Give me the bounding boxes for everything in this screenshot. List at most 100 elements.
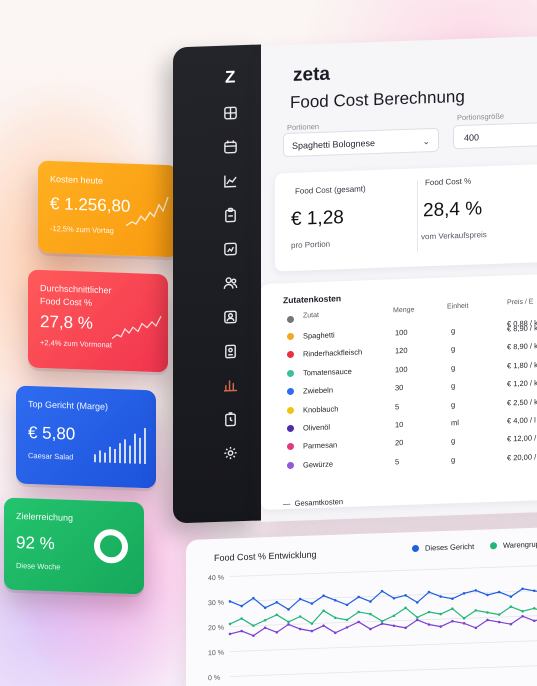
ingredient-color-dot: [287, 332, 294, 341]
kpi-card-food-cost-avg[interactable]: Durchschnittlicher Food Cost % 27,8 % +2,…: [28, 269, 168, 373]
ingredient-color-dot: [287, 369, 294, 377]
data-point: [497, 620, 501, 624]
y-tick-label: 40 %: [208, 575, 224, 583]
ingredient-unit: g: [451, 381, 456, 391]
chevron-down-icon: ⌄: [422, 136, 430, 147]
food-cost-total-value: € 1,28: [291, 207, 344, 230]
ingredient-price: € 8,90 / k: [507, 341, 537, 352]
users-icon[interactable]: [223, 275, 238, 291]
data-point: [404, 626, 407, 630]
ingredient-name: Knoblauch: [303, 403, 339, 415]
data-point: [310, 629, 314, 633]
portion-label: Portionsgröße: [457, 111, 505, 123]
col-header-menge: Menge: [393, 306, 415, 315]
ingredient-unit: g: [451, 399, 456, 409]
sparkline-icon: [112, 315, 162, 339]
report-icon[interactable]: [223, 241, 238, 257]
ingredient-unit: g: [451, 455, 456, 465]
ingredient-qty: 20: [395, 438, 404, 448]
y-tick-label: 0 %: [208, 675, 220, 682]
data-point: [427, 610, 431, 614]
kpi-card-kosten-heute[interactable]: Kosten heute € 1.256,80 -12,5% zum Vorta…: [38, 160, 178, 258]
ingredient-color-dot: [287, 424, 294, 433]
legend-item-warengruppe[interactable]: Warengrup: [490, 540, 537, 551]
kpi-title: Durchschnittlicher Food Cost %: [40, 282, 112, 308]
clipboard-icon[interactable]: [223, 207, 238, 223]
y-tick-label: 10 %: [208, 650, 224, 658]
analytics-icon[interactable]: [223, 377, 238, 393]
calculator-icon[interactable]: [223, 105, 238, 121]
id-card-icon[interactable]: [223, 343, 238, 359]
settings-icon[interactable]: [223, 445, 238, 461]
ingredient-name: Zwiebeln: [303, 385, 334, 396]
ingredient-name: Spaghetti: [303, 330, 335, 341]
food-cost-total-label: Food Cost (gesamt): [295, 184, 366, 196]
ingredient-name: Tomatensauce: [303, 366, 352, 378]
data-point: [509, 622, 513, 626]
gridline: [230, 640, 537, 652]
progress-ring: [94, 528, 128, 564]
chart-icon[interactable]: [223, 173, 238, 189]
sidebar: Z: [173, 44, 261, 524]
table-title: Zutatenkosten: [283, 293, 342, 306]
timer-icon[interactable]: [223, 411, 238, 427]
kpi-title: Top Gericht (Marge): [28, 398, 109, 412]
bar-chart-icon: [94, 428, 146, 465]
ingredient-qty: 100: [395, 327, 408, 338]
data-point: [462, 591, 466, 595]
ingredient-qty: 10: [395, 420, 404, 430]
team-icon[interactable]: [223, 309, 238, 325]
ingredient-unit: g: [451, 436, 456, 446]
data-point: [228, 632, 232, 636]
ingredient-price: € 8,90 / k: [507, 323, 537, 334]
data-point: [392, 624, 396, 628]
kpi-title: Zielerreichung: [16, 510, 74, 523]
divider: [417, 180, 418, 253]
ingredient-name: Parmesan: [303, 440, 338, 451]
kpi-card-zielerreichung[interactable]: Zielerreichung 92 % Diese Woche: [4, 497, 144, 595]
kpi-card-top-gericht[interactable]: Top Gericht (Marge) € 5,80 Caesar Salad: [16, 385, 156, 489]
calendar-icon[interactable]: [223, 139, 238, 155]
legend-dot: [490, 542, 497, 550]
data-point: [228, 622, 232, 626]
col-header-preis: Preis / E: [507, 298, 534, 307]
data-point: [486, 611, 489, 614]
ingredient-unit: g: [451, 344, 456, 354]
col-header-einheit: Einheit: [447, 302, 469, 311]
food-cost-pct-label: Food Cost %: [425, 176, 472, 188]
series-line[interactable]: [229, 585, 537, 611]
ingredient-qty: 100: [395, 364, 408, 375]
data-point: [439, 625, 442, 628]
data-point: [521, 587, 524, 591]
gridline: [230, 565, 537, 577]
data-point: [392, 614, 396, 618]
legend-item-dieses-gericht[interactable]: Dieses Gericht: [412, 542, 474, 553]
ingredient-price: € 1,80 / k: [507, 360, 537, 371]
ingredient-unit: ml: [451, 418, 459, 428]
sparkline-icon: [126, 196, 169, 227]
ingredient-color-dot: [287, 461, 294, 469]
main-panel: zeta Food Cost Berechnung Portionen Spag…: [261, 35, 537, 522]
brand-logo: zeta: [293, 63, 330, 86]
data-point: [533, 589, 536, 593]
data-point: [474, 609, 478, 612]
data-point: [357, 610, 360, 614]
ingredient-qty: 5: [395, 456, 400, 467]
portion-input[interactable]: 400: [453, 121, 537, 150]
data-point: [345, 618, 349, 622]
food-cost-summary: Food Cost (gesamt) € 1,28 pro Portion Fo…: [275, 163, 537, 272]
gridline: [230, 665, 537, 677]
line-chart: 40 % 30 % 20 % 10 % 0 %: [208, 565, 537, 682]
food-cost-pct-sub: vom Verkaufspreis: [421, 230, 487, 242]
logo[interactable]: Z: [225, 67, 235, 87]
recipe-select[interactable]: Spaghetti Bolognese ⌄: [283, 127, 439, 158]
data-point: [345, 626, 349, 629]
col-header-zutat: Zutat: [303, 311, 319, 320]
data-point: [380, 622, 384, 625]
ingredient-qty: 120: [395, 346, 408, 356]
ingredient-unit: g: [451, 326, 456, 336]
data-point: [451, 597, 454, 600]
food-cost-trend-chart: Food Cost % Entwicklung Dieses Gericht W…: [186, 527, 537, 686]
ingredient-color-dot: [287, 388, 294, 396]
page-title: Food Cost Berechnung: [290, 86, 465, 112]
